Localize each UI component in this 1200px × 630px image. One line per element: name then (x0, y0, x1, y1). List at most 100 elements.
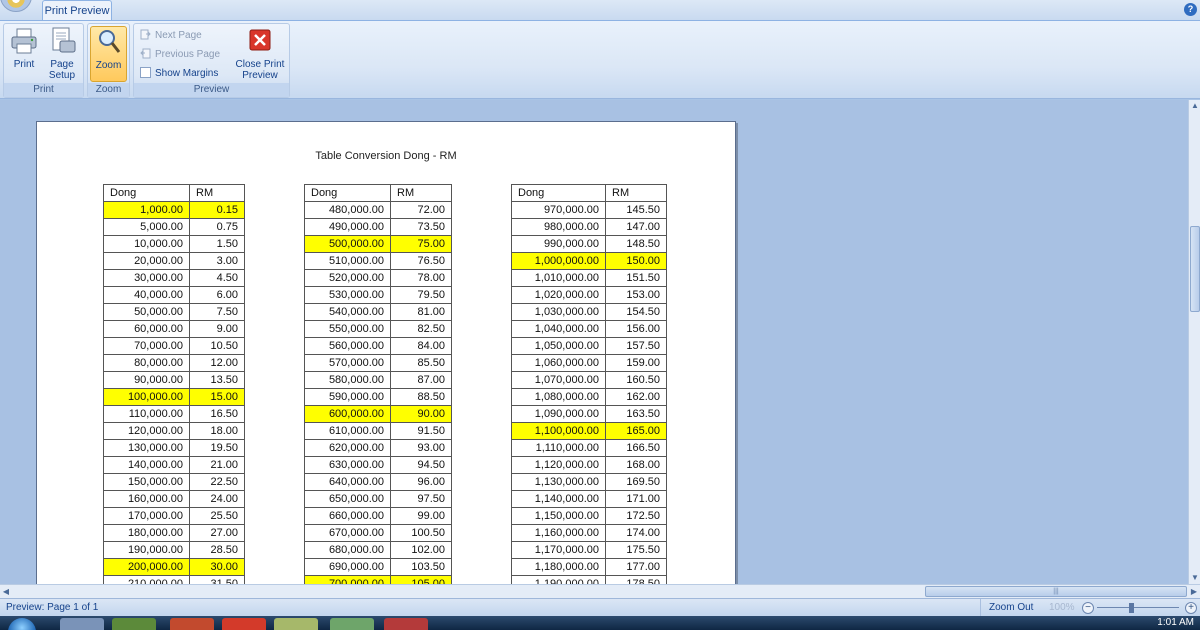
rm-cell: 12.00 (189, 354, 245, 372)
table-row: 1,030,000.00 154.50 (511, 303, 667, 321)
help-icon[interactable]: ? (1184, 3, 1197, 16)
rm-cell: 81.00 (390, 303, 452, 321)
rm-cell: 27.00 (189, 524, 245, 542)
rm-cell: 85.50 (390, 354, 452, 372)
magnifier-icon (94, 27, 124, 57)
rm-cell: 148.50 (605, 235, 667, 253)
page-setup-icon (47, 26, 77, 56)
print-group: Print Page Setup Print (3, 23, 84, 98)
document-page: Table Conversion Dong - RM Dong RM 1,000… (36, 121, 736, 584)
rm-cell: 15.00 (189, 388, 245, 406)
zoom-plus-icon[interactable]: + (1185, 602, 1197, 614)
scroll-left-icon[interactable]: ◀ (0, 586, 12, 598)
table-row: 130,000.00 19.50 (103, 439, 245, 457)
table-row: 520,000.00 78.00 (304, 269, 452, 287)
table-row: 90,000.00 13.50 (103, 371, 245, 389)
start-button[interactable] (8, 618, 36, 630)
taskbar-item[interactable] (60, 618, 104, 630)
vertical-scroll-thumb[interactable] (1190, 226, 1200, 312)
rm-cell: 166.50 (605, 439, 667, 457)
zoom-button[interactable]: Zoom (90, 26, 127, 82)
dong-cell: 20,000.00 (103, 252, 190, 270)
taskbar-item[interactable] (330, 618, 374, 630)
vertical-scrollbar[interactable]: ▲ ▼ (1188, 100, 1200, 584)
zoom-minus-icon[interactable]: − (1082, 602, 1094, 614)
rm-cell: 78.00 (390, 269, 452, 287)
dong-cell: 170,000.00 (103, 507, 190, 525)
rm-cell: 162.00 (605, 388, 667, 406)
next-page-label: Next Page (155, 30, 202, 41)
taskbar-item[interactable] (170, 618, 214, 630)
rm-cell: 147.00 (605, 218, 667, 236)
office-button[interactable] (0, 0, 32, 12)
zoom-slider-thumb[interactable] (1129, 603, 1134, 613)
conversion-table-1: Dong RM 1,000.00 0.15 5,000.00 0.75 10,000.0… (103, 184, 245, 584)
zoom-group-label: Zoom (88, 83, 129, 97)
document-title: Table Conversion Dong - RM (315, 150, 457, 162)
table-row: 670,000.00 100.50 (304, 524, 452, 542)
dong-cell: 50,000.00 (103, 303, 190, 321)
horizontal-scroll-thumb[interactable]: ||| (925, 586, 1187, 597)
table-row: 170,000.00 25.50 (103, 507, 245, 525)
table-row: 990,000.00 148.50 (511, 235, 667, 253)
column-header-dong: Dong (304, 184, 391, 202)
show-margins-checkbox[interactable]: Show Margins (140, 66, 218, 82)
print-button[interactable]: Print (8, 26, 40, 70)
table-row: 1,130,000.00 169.50 (511, 473, 667, 491)
table-row: 540,000.00 81.00 (304, 303, 452, 321)
dong-cell: 670,000.00 (304, 524, 391, 542)
taskbar-item[interactable] (112, 618, 156, 630)
dong-cell: 1,030,000.00 (511, 303, 606, 321)
table-header-row: Dong RM (103, 184, 245, 202)
table-row: 30,000.00 4.50 (103, 269, 245, 287)
zoom-group: Zoom Zoom (87, 23, 130, 98)
rm-cell: 3.00 (189, 252, 245, 270)
taskbar-item[interactable] (274, 618, 318, 630)
taskbar-item[interactable] (222, 618, 266, 630)
status-bar: Preview: Page 1 of 1 Zoom Out 100% − + (0, 598, 1200, 617)
table-row: 690,000.00 103.50 (304, 558, 452, 576)
dong-cell: 1,060,000.00 (511, 354, 606, 372)
page-setup-button[interactable]: Page Setup (44, 26, 80, 81)
rm-cell: 165.00 (605, 422, 667, 440)
rm-cell: 151.50 (605, 269, 667, 287)
taskbar-item[interactable] (384, 618, 428, 630)
table-row: 980,000.00 147.00 (511, 218, 667, 236)
column-header-rm: RM (390, 184, 452, 202)
table-row: 190,000.00 28.50 (103, 541, 245, 559)
rm-cell: 1.50 (189, 235, 245, 253)
dong-cell: 1,010,000.00 (511, 269, 606, 287)
table-row: 200,000.00 30.00 (103, 558, 245, 576)
table-row: 100,000.00 15.00 (103, 388, 245, 406)
scroll-up-icon[interactable]: ▲ (1189, 100, 1200, 112)
table-row: 210,000.00 31.50 (103, 575, 245, 584)
zoom-slider[interactable] (1097, 607, 1179, 608)
table-row: 490,000.00 73.50 (304, 218, 452, 236)
horizontal-scrollbar[interactable]: ◀ ||| ▶ (0, 584, 1200, 598)
close-print-preview-button[interactable]: Close Print Preview (233, 26, 287, 81)
table-row: 1,050,000.00 157.50 (511, 337, 667, 355)
rm-cell: 99.00 (390, 507, 452, 525)
dong-cell: 540,000.00 (304, 303, 391, 321)
previous-page-button[interactable]: Previous Page (140, 47, 220, 63)
zoom-percent[interactable]: 100% (1049, 599, 1075, 617)
rm-cell: 16.50 (189, 405, 245, 423)
scroll-right-icon[interactable]: ▶ (1188, 586, 1200, 598)
dong-cell: 5,000.00 (103, 218, 190, 236)
rm-cell: 102.00 (390, 541, 452, 559)
rm-cell: 153.00 (605, 286, 667, 304)
dong-cell: 630,000.00 (304, 456, 391, 474)
dong-cell: 100,000.00 (103, 388, 190, 406)
table-row: 550,000.00 82.50 (304, 320, 452, 338)
scroll-down-icon[interactable]: ▼ (1189, 572, 1200, 584)
dong-cell: 640,000.00 (304, 473, 391, 491)
next-page-button[interactable]: Next Page (140, 28, 202, 44)
table-row: 680,000.00 102.00 (304, 541, 452, 559)
dong-cell: 970,000.00 (511, 201, 606, 219)
table-row: 1,110,000.00 166.50 (511, 439, 667, 457)
dong-cell: 570,000.00 (304, 354, 391, 372)
rm-cell: 169.50 (605, 473, 667, 491)
preview-workspace: Table Conversion Dong - RM Dong RM 1,000… (0, 100, 1188, 584)
tab-print-preview[interactable]: Print Preview (42, 0, 112, 21)
dong-cell: 90,000.00 (103, 371, 190, 389)
